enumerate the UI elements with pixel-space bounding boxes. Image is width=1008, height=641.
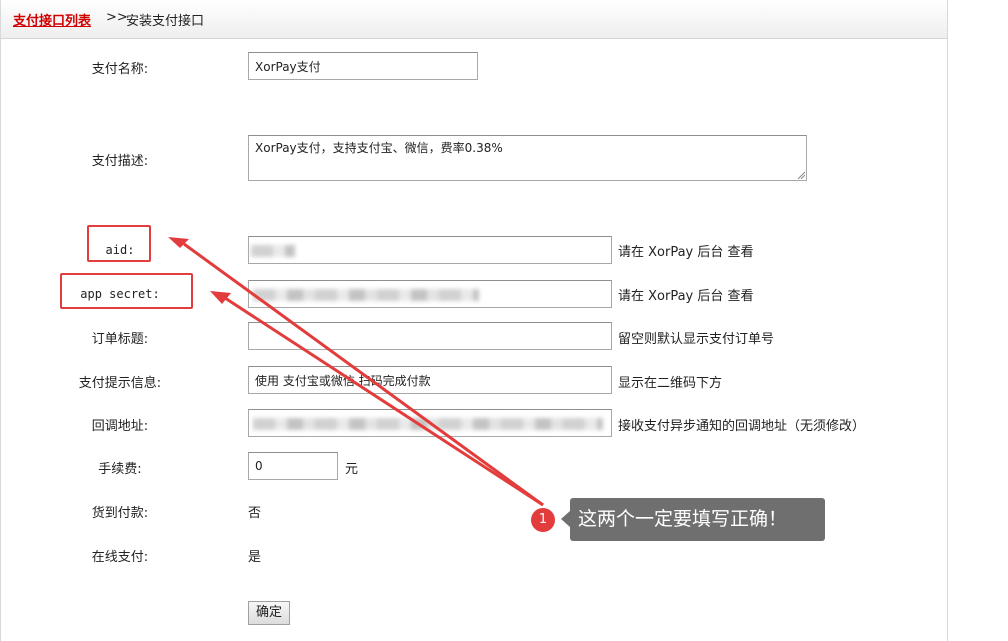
arrow-line-secret [224, 296, 544, 507]
annotation-callout: 这两个一定要填写正确！ [561, 498, 825, 541]
arrow-line-aid [183, 242, 544, 507]
annotation-arrows [168, 237, 544, 507]
step-number-badge: 1 [531, 508, 555, 532]
arrow-head-secret [210, 291, 231, 304]
